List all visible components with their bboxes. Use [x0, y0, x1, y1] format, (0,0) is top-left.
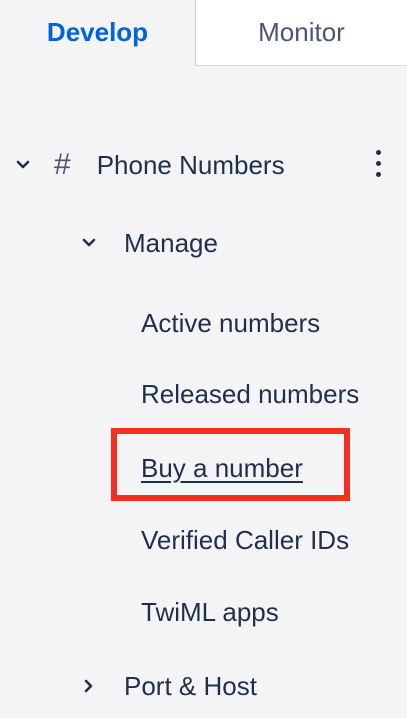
chevron-down-icon[interactable]	[80, 234, 98, 252]
chevron-down-icon[interactable]	[14, 156, 32, 174]
sidebar-item-phone-numbers[interactable]: # Phone Numbers	[14, 142, 285, 188]
sidebar-item-label: Manage	[124, 227, 218, 258]
sidebar-item-released-numbers[interactable]: Released numbers	[141, 376, 359, 412]
sidebar-item-port-host[interactable]: Port & Host	[80, 663, 257, 709]
sidebar-item-verified-caller-ids[interactable]: Verified Caller IDs	[141, 522, 349, 558]
chevron-right-icon[interactable]	[80, 677, 98, 695]
more-options-icon[interactable]	[366, 145, 390, 181]
sidebar-item-label: Port & Host	[124, 670, 257, 701]
tab-develop[interactable]: Develop	[0, 0, 195, 66]
sidebar-item-active-numbers[interactable]: Active numbers	[141, 305, 320, 341]
sidebar-item-buy-a-number[interactable]: Buy a number	[141, 450, 303, 486]
sidebar-item-label: Phone Numbers	[96, 149, 285, 180]
sidebar-item-twiml-apps[interactable]: TwiML apps	[141, 594, 279, 630]
hash-icon: #	[54, 148, 71, 181]
sidebar-item-manage[interactable]: Manage	[80, 220, 218, 266]
tab-monitor[interactable]: Monitor	[195, 0, 407, 66]
tab-bar: Develop Monitor	[0, 0, 407, 66]
